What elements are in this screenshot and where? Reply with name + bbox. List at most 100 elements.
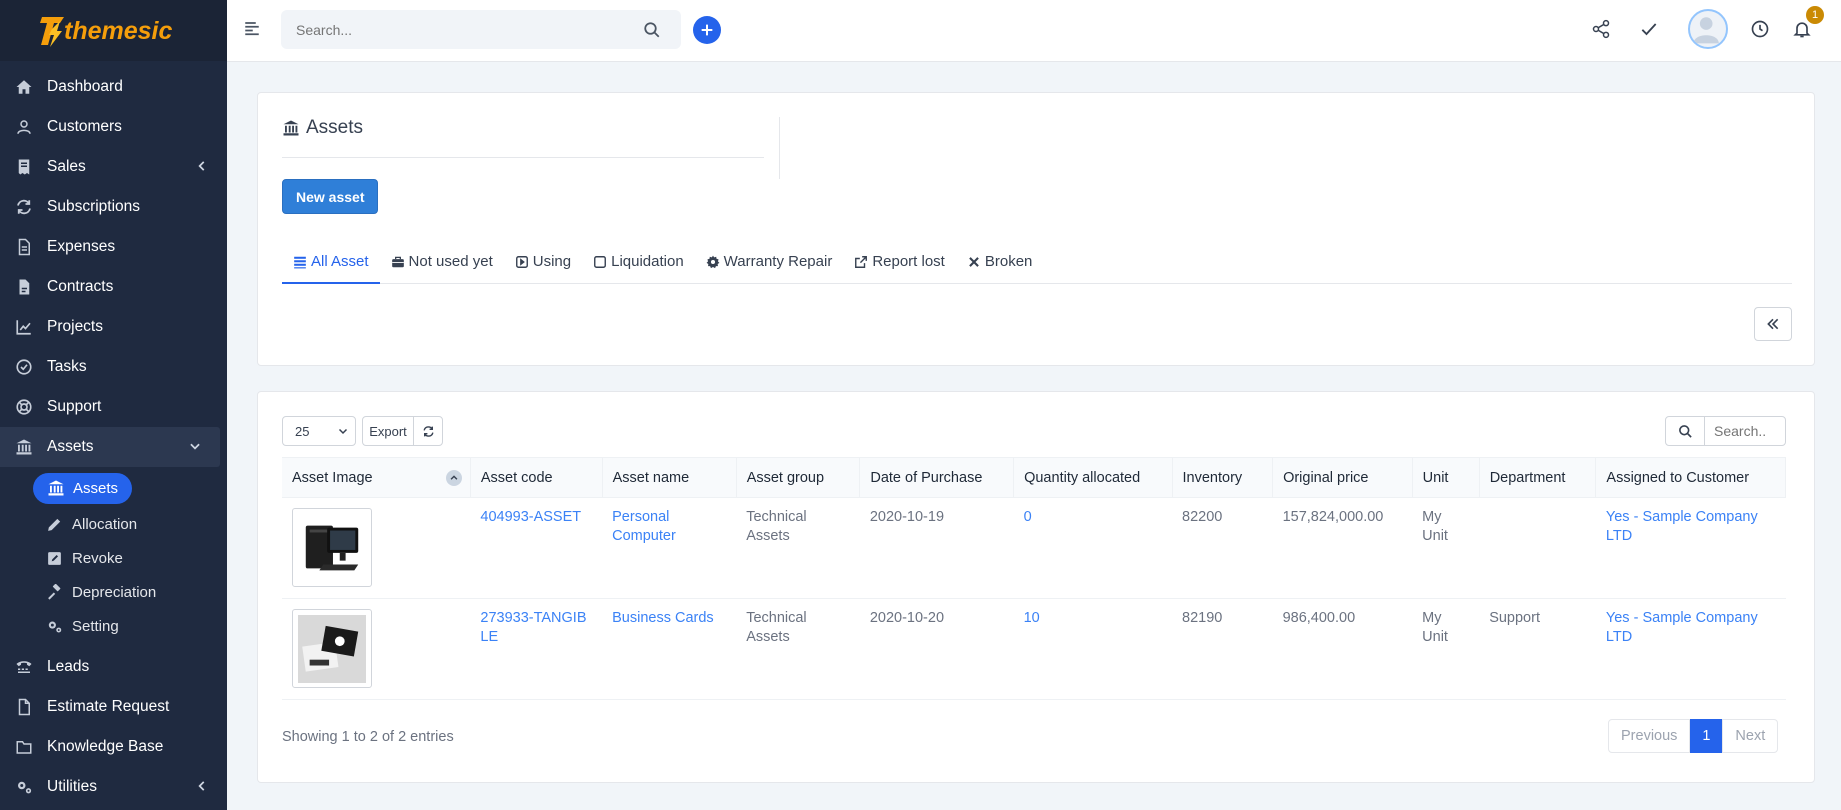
square-icon [594,256,607,268]
sidebar-item-estimate-request[interactable]: Estimate Request [0,687,227,727]
refresh-icon [14,197,34,217]
external-link-icon [855,256,868,268]
tab-all-asset[interactable]: All Asset [282,253,380,284]
sidebar-item-dashboard[interactable]: Dashboard [0,67,227,107]
tab-report-lost[interactable]: Report lost [843,253,956,284]
export-button[interactable]: Export [362,416,414,446]
share-icon[interactable] [1591,19,1611,39]
chevron-down-icon [190,443,200,450]
tab-liquidation[interactable]: Liquidation [582,253,695,284]
home-icon [14,77,34,97]
sidebar-item-sales[interactable]: Sales [0,147,227,187]
sidebar-item-tasks[interactable]: Tasks [0,347,227,387]
submenu-item-label: Revoke [72,549,123,567]
clock-icon[interactable] [1750,19,1770,39]
tab-warranty-repair[interactable]: Warranty Repair [695,253,844,284]
submenu-item-depreciation[interactable]: Depreciation [0,575,227,609]
asset-thumbnail[interactable] [292,508,372,587]
cell-asset-image [282,598,471,700]
sidebar-nav: Dashboard Customers Sales Subscriptions … [0,67,227,467]
column-header-asset-group[interactable]: Asset group [736,457,861,498]
sidebar-item-knowledge-base[interactable]: Knowledge Base [0,727,227,767]
tab-label: Report lost [872,253,945,270]
collapse-panel-button[interactable] [1754,307,1792,341]
asset-code-link[interactable]: 404993-ASSET [480,509,581,525]
table-search-button[interactable] [1665,416,1705,446]
sidebar-item-label: Dashboard [47,78,123,95]
list-icon [294,256,306,269]
cell-asset-group: Technical Assets [736,598,860,700]
quantity-allocated-link[interactable]: 10 [1024,610,1040,626]
quick-create-button[interactable] [693,16,721,44]
table-search-input[interactable] [1704,416,1786,446]
cell-inventory: 82200 [1172,497,1273,599]
search-input[interactable] [281,10,621,49]
topbar: 1 [227,0,1841,62]
pagination-page-1[interactable]: 1 [1690,719,1723,753]
tab-not-used-yet[interactable]: Not used yet [380,253,504,284]
svg-text:themesic: themesic [64,17,172,45]
submenu-item-allocation[interactable]: Allocation [0,507,227,541]
column-header-original-price[interactable]: Original price [1272,457,1413,498]
avatar[interactable] [1688,9,1728,49]
refresh-button[interactable] [413,416,443,446]
folder-icon [14,737,34,757]
tab-label: Using [532,253,572,270]
sidebar-item-expenses[interactable]: Expenses [0,227,227,267]
user-icon [14,117,34,137]
table-row[interactable]: 404993-ASSET Personal Computer Technical… [282,497,1786,599]
column-header-asset-code[interactable]: Asset code [470,457,603,498]
search-icon[interactable] [643,21,661,39]
sidebar-item-customers[interactable]: Customers [0,107,227,147]
file-icon [14,697,34,717]
pagination-previous[interactable]: Previous [1608,719,1691,753]
column-header-asset-image[interactable]: Asset Image [282,457,471,498]
bank-icon [14,437,34,457]
briefcase-icon [391,256,404,268]
table-row[interactable]: 273933-TANGIBLE Business Cards Technical… [282,598,1786,700]
column-header-unit[interactable]: Unit [1412,457,1480,498]
page-length-select[interactable]: 25 [282,416,356,446]
asset-name-link[interactable]: Personal Computer [612,509,676,544]
assets-table: Asset Image Asset code Asset name Asset … [282,457,1786,700]
sort-icon[interactable] [445,470,462,486]
menu-toggle-icon[interactable] [243,20,261,38]
cell-department: Support [1479,598,1596,700]
pagination-next[interactable]: Next [1722,719,1779,753]
asset-name-link[interactable]: Business Cards [612,610,714,626]
sidebar-item-leads[interactable]: Leads [0,647,227,687]
column-header-quantity-allocated[interactable]: Quantity allocated [1013,457,1173,498]
cell-assigned-to-customer: Yes - Sample Company LTD [1595,497,1786,599]
sidebar-item-label: Leads [47,658,90,675]
column-header-inventory[interactable]: Inventory [1172,457,1274,498]
sidebar-item-subscriptions[interactable]: Subscriptions [0,187,227,227]
submenu-item-assets[interactable]: Assets [0,469,227,507]
sidebar-item-projects[interactable]: Projects [0,307,227,347]
asset-thumbnail[interactable] [292,609,372,688]
sidebar-item-support[interactable]: Support [0,387,227,427]
sidebar-item-utilities[interactable]: Utilities [0,767,227,807]
asset-status-tabs: All Asset Not used yet Using Liquidation… [282,253,1792,284]
sidebar-item-assets[interactable]: Assets [0,427,220,467]
tab-label: Broken [984,253,1033,270]
lifebuoy-icon [14,397,34,417]
submenu-item-setting[interactable]: Setting [0,609,227,643]
assigned-prefix: Yes - [1605,509,1643,525]
tab-broken[interactable]: Broken [956,253,1044,284]
brand-logo[interactable]: themesic [0,0,227,61]
submenu-item-assets-pill[interactable]: Assets [33,472,133,504]
column-header-asset-name[interactable]: Asset name [602,457,737,498]
cell-asset-code: 404993-ASSET [470,497,603,599]
sidebar-item-contracts[interactable]: Contracts [0,267,227,307]
cell-date-of-purchase: 2020-10-19 [859,497,1014,599]
tab-using[interactable]: Using [504,253,582,284]
submenu-item-revoke[interactable]: Revoke [0,541,227,575]
quantity-allocated-link[interactable]: 0 [1024,509,1032,525]
column-header-assigned-to-customer[interactable]: Assigned to Customer [1595,457,1786,498]
check-icon[interactable] [1639,19,1659,39]
new-asset-button[interactable]: New asset [282,179,379,214]
column-header-department[interactable]: Department [1479,457,1597,498]
column-header-date-of-purchase[interactable]: Date of Purchase [859,457,1015,498]
asset-code-link[interactable]: 273933-TANGIBLE [480,610,586,645]
assets-table-card: 25 Export Asset Image Asset code Asset n… [257,391,1815,783]
